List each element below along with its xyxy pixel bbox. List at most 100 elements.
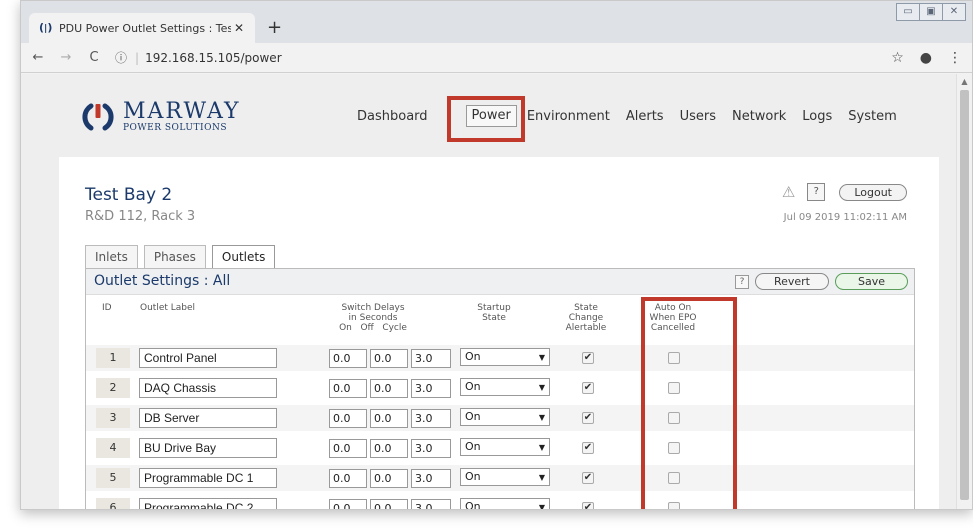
panel-tabs: Inlets Phases Outlets (85, 245, 281, 268)
settings-title: Outlet Settings : All (94, 273, 231, 289)
help-button[interactable]: ? (807, 183, 826, 201)
off-delay-input[interactable]: 0.0 (370, 379, 408, 398)
outlet-label-input[interactable]: Programmable DC 2 (139, 498, 277, 509)
marway-logo[interactable]: MARWAY POWER SOLUTIONS (81, 100, 241, 134)
startup-state-select[interactable]: On ▼ (460, 498, 550, 510)
cycle-delay-input[interactable]: 3.0 (411, 439, 451, 458)
nav-system[interactable]: System (848, 109, 896, 127)
cycle-delay-input[interactable]: 3.0 (411, 349, 451, 368)
logo-subtitle: POWER SOLUTIONS (123, 123, 227, 133)
new-tab-button[interactable]: + (267, 17, 282, 38)
minimize-icon[interactable]: ▭ (896, 3, 920, 21)
close-icon[interactable]: ✕ (231, 21, 247, 35)
menu-icon[interactable]: ⋮ (948, 50, 962, 66)
power-logo-icon (81, 100, 115, 134)
alertable-checkbox[interactable]: ✔ (582, 352, 594, 364)
alertable-checkbox[interactable]: ✔ (582, 382, 594, 394)
nav-users[interactable]: Users (680, 109, 716, 127)
table-row: 3 DB Server 0.0 0.0 3.0 On ▼ ✔ (86, 405, 914, 431)
table-row: 2 DAQ Chassis 0.0 0.0 3.0 On ▼ ✔ (86, 375, 914, 401)
account-icon[interactable]: ● (920, 50, 932, 66)
main-nav: Dashboard Power Environment Alerts Users… (357, 105, 913, 127)
alertable-checkbox[interactable]: ✔ (582, 442, 594, 454)
star-icon[interactable]: ☆ (891, 50, 904, 66)
close-window-icon[interactable]: ✕ (942, 3, 966, 21)
alertable-checkbox[interactable]: ✔ (582, 472, 594, 484)
alertable-checkbox[interactable]: ✔ (582, 412, 594, 424)
logo-name: MARWAY (123, 99, 241, 124)
off-delay-input[interactable]: 0.0 (370, 349, 408, 368)
outlet-id: 1 (96, 348, 130, 368)
startup-state-select[interactable]: On ▼ (460, 468, 550, 486)
alertable-checkbox[interactable]: ✔ (582, 502, 594, 509)
on-delay-input[interactable]: 0.0 (329, 439, 367, 458)
address-divider: | (135, 50, 140, 65)
off-delay-input[interactable]: 0.0 (370, 469, 408, 488)
off-delay-input[interactable]: 0.0 (370, 499, 408, 509)
tab-title: PDU Power Outlet Settings : Test (59, 21, 231, 35)
maximize-icon[interactable]: ▣ (919, 3, 943, 21)
table-row: 4 BU Drive Bay 0.0 0.0 3.0 On ▼ ✔ (86, 435, 914, 461)
outlet-label-input[interactable]: Control Panel (139, 348, 277, 368)
nav-dashboard[interactable]: Dashboard (357, 109, 428, 127)
settings-header: Outlet Settings : All ? Revert Save (86, 269, 914, 295)
revert-button[interactable]: Revert (754, 273, 829, 290)
startup-state-select[interactable]: On ▼ (460, 378, 550, 396)
browser-tab[interactable]: (|) PDU Power Outlet Settings : Test ✕ (29, 13, 255, 43)
nav-network[interactable]: Network (732, 109, 786, 127)
startup-state-value: On (465, 350, 481, 363)
col-alert-line1: State (574, 303, 598, 313)
cycle-delay-input[interactable]: 3.0 (411, 379, 451, 398)
info-icon[interactable]: ⓘ (115, 49, 127, 66)
col-switch-delays: Switch Delays in Seconds On Off Cycle (318, 303, 428, 333)
cycle-delay-input[interactable]: 3.0 (411, 409, 451, 428)
cycle-delay-input[interactable]: 3.0 (411, 469, 451, 488)
on-delay-input[interactable]: 0.0 (329, 409, 367, 428)
forward-icon[interactable]: → (55, 50, 77, 65)
startup-state-value: On (465, 470, 481, 483)
nav-environment[interactable]: Environment (527, 109, 610, 127)
tab-strip: (|) PDU Power Outlet Settings : Test ✕ +… (21, 1, 972, 43)
startup-state-select[interactable]: On ▼ (460, 438, 550, 456)
off-delay-input[interactable]: 0.0 (370, 409, 408, 428)
tab-phases[interactable]: Phases (143, 245, 206, 268)
col-delays-line3: On Off Cycle (339, 323, 407, 333)
nav-logs[interactable]: Logs (802, 109, 832, 127)
chevron-down-icon: ▼ (538, 503, 545, 510)
warning-icon[interactable]: ⚠ (782, 183, 795, 201)
scroll-up-icon[interactable]: ▲ (957, 77, 972, 86)
nav-alerts[interactable]: Alerts (626, 109, 664, 127)
off-delay-input[interactable]: 0.0 (370, 439, 408, 458)
tab-outlets[interactable]: Outlets (211, 245, 276, 268)
table-row: 5 Programmable DC 1 0.0 0.0 3.0 On ▼ ✔ (86, 465, 914, 491)
outlet-label-input[interactable]: Programmable DC 1 (139, 468, 277, 488)
page-viewport: MARWAY POWER SOLUTIONS Dashboard Power E… (21, 74, 958, 510)
url-text[interactable]: 192.168.15.105/power (145, 51, 282, 65)
logout-button[interactable]: Logout (839, 183, 907, 201)
save-button[interactable]: Save (834, 273, 908, 290)
page-scrollbar[interactable]: ▲ (956, 74, 972, 509)
col-alertable: State Change Alertable (558, 303, 614, 333)
power-highlight-box (447, 96, 525, 142)
on-delay-input[interactable]: 0.0 (329, 499, 367, 509)
tab-inlets[interactable]: Inlets (85, 245, 138, 268)
outlet-label-input[interactable]: DAQ Chassis (139, 378, 277, 398)
settings-help-button[interactable]: ? (734, 274, 749, 289)
on-delay-input[interactable]: 0.0 (329, 379, 367, 398)
startup-state-select[interactable]: On ▼ (460, 408, 550, 426)
outlet-id: 5 (96, 468, 130, 488)
back-icon[interactable]: ← (27, 50, 49, 65)
cycle-delay-input[interactable]: 3.0 (411, 499, 451, 509)
on-delay-input[interactable]: 0.0 (329, 469, 367, 488)
chevron-down-icon: ▼ (538, 353, 545, 362)
outlet-label-input[interactable]: DB Server (139, 408, 277, 428)
col-alert-line2: Change (568, 313, 604, 323)
address-bar[interactable]: ⓘ | 192.168.15.105/power (115, 49, 282, 66)
page-subtitle: R&D 112, Rack 3 (85, 209, 196, 224)
startup-state-select[interactable]: On ▼ (460, 348, 550, 366)
scroll-thumb[interactable] (960, 90, 969, 500)
outlet-label-input[interactable]: BU Drive Bay (139, 438, 277, 458)
on-delay-input[interactable]: 0.0 (329, 349, 367, 368)
col-startup-line1: Startup (477, 303, 511, 313)
reload-icon[interactable]: C (83, 50, 105, 65)
